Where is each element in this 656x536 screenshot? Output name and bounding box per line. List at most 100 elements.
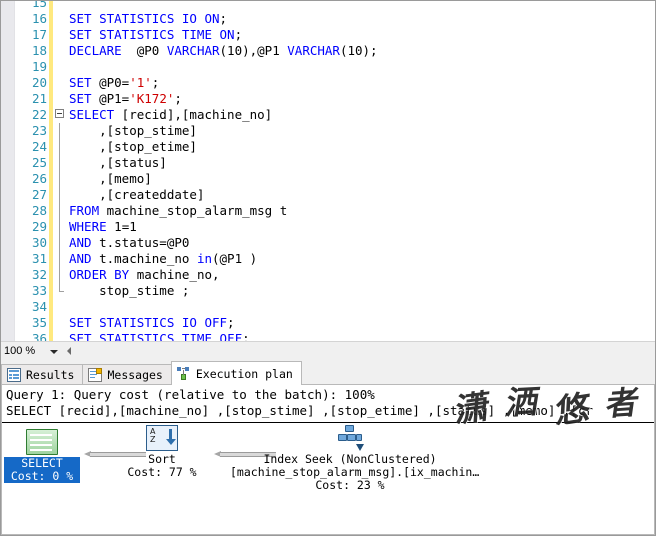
grid-icon xyxy=(7,368,21,382)
plan-node-index-seek-cost: Cost: 23 % xyxy=(315,478,385,492)
editor-text-area[interactable]: 15 16 SET STATISTICS IO ON; 17 SET STATISTIC… xyxy=(15,1,655,341)
outline-line xyxy=(59,139,60,155)
code-line[interactable]: 28 FROM machine_stop_alarm_msg t xyxy=(15,203,655,219)
tab-messages[interactable]: Messages xyxy=(82,364,172,385)
outline-margin[interactable] xyxy=(53,75,67,91)
plan-node-sort[interactable]: AZ Sort Cost: 77 % xyxy=(114,425,210,479)
execution-plan-canvas[interactable]: Query 1: Query cost (relative to the bat… xyxy=(1,384,655,535)
query-text-label: SELECT [recid],[machine_no] ,[stop_stime… xyxy=(6,403,593,418)
code-text: AND t.machine_no in(@P1 ) xyxy=(69,251,258,266)
outline-margin[interactable] xyxy=(53,11,67,27)
outline-margin[interactable] xyxy=(53,27,67,43)
code-line[interactable]: 30 AND t.status=@P0 xyxy=(15,235,655,251)
line-number: 17 xyxy=(31,27,47,42)
code-line[interactable]: 16 SET STATISTICS IO ON; xyxy=(15,11,655,27)
ssms-window: 15 16 SET STATISTICS IO ON; 17 SET STATISTIC… xyxy=(0,0,656,536)
code-line[interactable]: 19 xyxy=(15,59,655,75)
outline-margin[interactable] xyxy=(53,267,67,283)
tab-label: Execution plan xyxy=(195,366,293,381)
zoom-level-combobox[interactable]: 100 % xyxy=(2,342,64,360)
select-result-icon xyxy=(26,429,58,455)
plan-node-select[interactable]: SELECT Cost: 0 % xyxy=(4,429,80,483)
outline-margin[interactable] xyxy=(53,107,67,123)
code-line[interactable]: 36 SET STATISTICS TIME OFF; xyxy=(15,331,655,341)
tab-execution-plan[interactable]: Execution plan xyxy=(170,361,302,385)
code-line[interactable]: 34 xyxy=(15,299,655,315)
line-number: 35 xyxy=(31,315,47,330)
index-seek-icon xyxy=(334,425,366,451)
editor-horizontal-scrollbar[interactable] xyxy=(64,342,655,360)
scroll-left-icon[interactable] xyxy=(67,347,71,355)
code-line[interactable]: 29 WHERE 1=1 xyxy=(15,219,655,235)
sql-editor-pane[interactable]: 15 16 SET STATISTICS IO ON; 17 SET STATISTIC… xyxy=(1,1,655,341)
outline-margin[interactable] xyxy=(53,315,67,331)
outline-margin[interactable] xyxy=(53,1,67,11)
outline-margin[interactable] xyxy=(53,251,67,267)
plan-node-index-seek[interactable]: Index Seek (NonClustered) [machine_stop_… xyxy=(230,425,479,492)
outline-margin[interactable] xyxy=(53,43,67,59)
code-line[interactable]: 18 DECLARE @P0 VARCHAR(10),@P1 VARCHAR(10… xyxy=(15,43,655,59)
plan-node-sort-cost: Cost: 77 % xyxy=(127,465,197,479)
code-line[interactable]: 23 ,[stop_stime] xyxy=(15,123,655,139)
code-line[interactable]: 35 SET STATISTICS IO OFF; xyxy=(15,315,655,331)
outline-margin[interactable] xyxy=(53,331,67,341)
plan-node-select-cost: Cost: 0 % xyxy=(4,470,80,483)
code-line[interactable]: 27 ,[createddate] xyxy=(15,187,655,203)
code-line[interactable]: 20 SET @P0='1'; xyxy=(15,75,655,91)
line-number: 29 xyxy=(31,219,47,234)
outline-line xyxy=(59,251,60,267)
code-line[interactable]: 17 SET STATISTICS TIME ON; xyxy=(15,27,655,43)
code-text: SET STATISTICS IO ON; xyxy=(69,11,228,26)
code-line[interactable]: 31 AND t.machine_no in(@P1 ) xyxy=(15,251,655,267)
zoom-level-value: 100 % xyxy=(4,345,36,357)
code-text: stop_stime ; xyxy=(69,283,190,298)
code-lines[interactable]: 15 16 SET STATISTICS IO ON; 17 SET STATISTIC… xyxy=(15,1,655,341)
code-text: WHERE 1=1 xyxy=(69,219,137,234)
outline-margin[interactable] xyxy=(53,91,67,107)
line-number: 28 xyxy=(31,203,47,218)
tab-results[interactable]: Results xyxy=(1,364,84,385)
code-line[interactable]: 26 ,[memo] xyxy=(15,171,655,187)
outline-margin[interactable] xyxy=(53,283,67,299)
outline-margin[interactable] xyxy=(53,299,67,315)
outline-margin[interactable] xyxy=(53,59,67,75)
outline-margin[interactable] xyxy=(53,155,67,171)
line-number: 20 xyxy=(31,75,47,90)
document-icon xyxy=(88,368,103,382)
outline-margin[interactable] xyxy=(53,123,67,139)
code-text: ORDER BY machine_no, xyxy=(69,267,220,282)
code-line[interactable]: 25 ,[status] xyxy=(15,155,655,171)
line-number: 27 xyxy=(31,187,47,202)
code-text: ,[status] xyxy=(69,155,167,170)
outline-margin[interactable] xyxy=(53,203,67,219)
outline-line-end xyxy=(59,283,64,292)
editor-status-bar: 100 % xyxy=(1,341,655,360)
results-tabstrip[interactable]: Results Messages Execution plan xyxy=(1,361,655,385)
outline-margin[interactable] xyxy=(53,219,67,235)
outline-line xyxy=(59,187,60,203)
code-line[interactable]: 33 stop_stime ; xyxy=(15,283,655,299)
line-number: 26 xyxy=(31,171,47,186)
outline-margin[interactable] xyxy=(53,235,67,251)
results-pane: Results Messages Execution plan Query 1: Q… xyxy=(1,361,655,535)
code-line[interactable]: 32 ORDER BY machine_no, xyxy=(15,267,655,283)
code-text: DECLARE @P0 VARCHAR(10),@P1 VARCHAR(10); xyxy=(69,43,378,58)
code-text: AND t.status=@P0 xyxy=(69,235,190,250)
collapse-toggle-icon[interactable] xyxy=(55,109,64,118)
outline-margin[interactable] xyxy=(53,171,67,187)
outline-margin[interactable] xyxy=(53,187,67,203)
code-line[interactable]: 24 ,[stop_etime] xyxy=(15,139,655,155)
code-line[interactable]: 15 xyxy=(15,1,655,11)
tab-label: Results xyxy=(26,368,75,382)
execution-plan-icon xyxy=(176,366,191,381)
code-line[interactable]: 21 SET @P1='K172'; xyxy=(15,91,655,107)
line-number: 15 xyxy=(31,1,47,10)
plan-divider xyxy=(2,422,654,423)
line-number: 33 xyxy=(31,283,47,298)
outline-line xyxy=(59,235,60,251)
line-number: 24 xyxy=(31,139,47,154)
code-line[interactable]: 22 SELECT [recid],[machine_no] xyxy=(15,107,655,123)
outline-margin[interactable] xyxy=(53,139,67,155)
code-text: SET STATISTICS TIME OFF; xyxy=(69,331,250,341)
chevron-down-icon[interactable] xyxy=(50,349,58,354)
